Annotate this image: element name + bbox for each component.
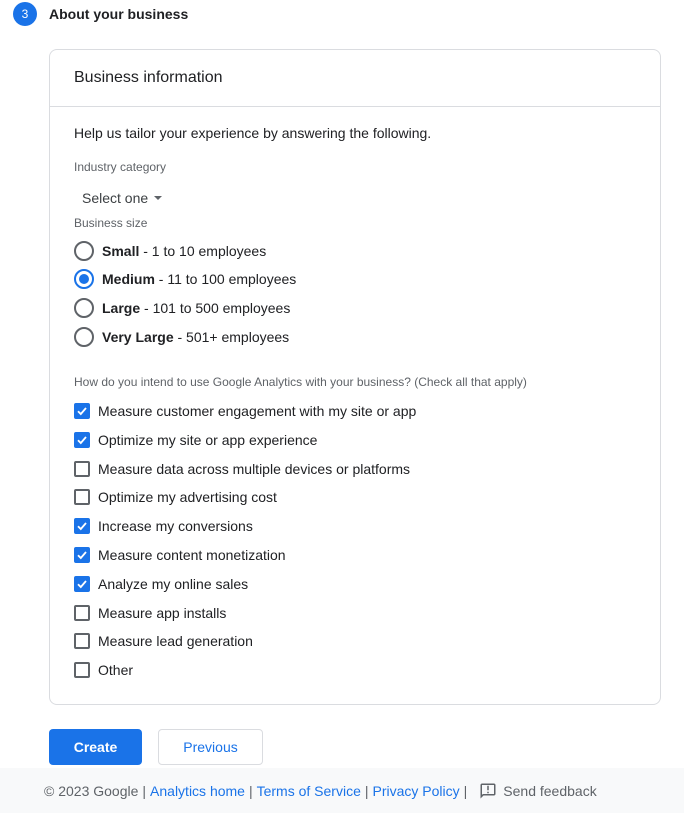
- previous-button[interactable]: Previous: [158, 729, 263, 765]
- usage-option[interactable]: Measure customer engagement with my site…: [74, 401, 416, 421]
- usage-option[interactable]: Optimize my advertising cost: [74, 487, 277, 507]
- step-title: About your business: [49, 6, 189, 22]
- separator: |: [463, 782, 468, 799]
- send-feedback-button[interactable]: Send feedback: [479, 782, 597, 800]
- business-size-option[interactable]: Small - 1 to 10 employees: [74, 240, 266, 262]
- separator: |: [364, 782, 369, 799]
- checkbox-checked-icon[interactable]: [74, 576, 90, 592]
- radio-selected-icon[interactable]: [74, 269, 94, 289]
- usage-question-label: How do you intend to use Google Analytic…: [74, 375, 527, 389]
- size-range: - 101 to 500 employees: [140, 300, 291, 316]
- usage-option-label: Other: [98, 662, 134, 678]
- feedback-icon: [480, 783, 496, 798]
- checkbox-unchecked-icon[interactable]: [74, 633, 90, 649]
- industry-category-value: Select one: [82, 190, 149, 206]
- business-size-option[interactable]: Large - 101 to 500 employees: [74, 297, 290, 319]
- usage-option-label: Optimize my site or app experience: [98, 432, 318, 448]
- usage-option-label: Measure customer engagement with my site…: [98, 403, 417, 419]
- dropdown-caret-icon: [154, 196, 163, 200]
- radio-unselected-icon[interactable]: [74, 298, 94, 318]
- industry-category-select[interactable]: Select one: [76, 188, 168, 208]
- checkbox-checked-icon[interactable]: [74, 547, 90, 563]
- size-range: - 11 to 100 employees: [154, 271, 297, 287]
- create-button[interactable]: Create: [49, 729, 142, 765]
- analytics-home-link[interactable]: Analytics home: [150, 783, 245, 799]
- usage-option-label: Measure app installs: [98, 605, 227, 621]
- business-size-option-label: Medium - 11 to 100 employees: [102, 271, 296, 287]
- checkbox-checked-icon[interactable]: [74, 518, 90, 534]
- usage-option[interactable]: Measure content monetization: [74, 545, 286, 565]
- separator: |: [248, 782, 253, 799]
- footer: © 2023 Google | Analytics home | Terms o…: [0, 768, 684, 813]
- send-feedback-label: Send feedback: [503, 782, 597, 799]
- industry-category-label: Industry category: [74, 160, 167, 174]
- usage-option-label: Increase my conversions: [98, 518, 253, 534]
- business-size-label: Business size: [74, 216, 148, 230]
- usage-option[interactable]: Optimize my site or app experience: [74, 430, 317, 450]
- size-range: - 1 to 10 employees: [139, 243, 267, 259]
- step-header: 3 About your business: [13, 2, 188, 26]
- usage-option[interactable]: Increase my conversions: [74, 516, 253, 536]
- checkbox-unchecked-icon[interactable]: [74, 461, 90, 477]
- checkbox-checked-icon[interactable]: [74, 432, 90, 448]
- intro-text: Help us tailor your experience by answer…: [74, 125, 432, 141]
- checkbox-checked-icon[interactable]: [74, 403, 90, 419]
- card-header: Business information: [50, 50, 660, 107]
- usage-option[interactable]: Analyze my online sales: [74, 574, 248, 594]
- business-information-card: Business information Help us tailor your…: [49, 49, 661, 705]
- separator: |: [142, 782, 147, 799]
- business-size-option-label: Large - 101 to 500 employees: [102, 300, 290, 316]
- business-size-option[interactable]: Medium - 11 to 100 employees: [74, 268, 296, 290]
- usage-option[interactable]: Other: [74, 660, 133, 680]
- usage-option-label: Analyze my online sales: [98, 576, 249, 592]
- usage-option-label: Measure lead generation: [98, 633, 253, 649]
- business-size-option-label: Very Large - 501+ employees: [102, 329, 289, 345]
- usage-option-label: Measure content monetization: [98, 547, 286, 563]
- size-range: - 501+ employees: [173, 329, 290, 345]
- business-size-option[interactable]: Very Large - 501+ employees: [74, 326, 289, 348]
- usage-option-label: Measure data across multiple devices or …: [98, 461, 411, 477]
- size-name: Small: [102, 243, 140, 259]
- usage-option[interactable]: Measure data across multiple devices or …: [74, 459, 410, 479]
- checkbox-unchecked-icon[interactable]: [74, 662, 90, 678]
- usage-option[interactable]: Measure lead generation: [74, 631, 253, 651]
- size-name: Medium: [102, 271, 155, 287]
- radio-unselected-icon[interactable]: [74, 327, 94, 347]
- usage-option-label: Optimize my advertising cost: [98, 489, 277, 505]
- radio-unselected-icon[interactable]: [74, 241, 94, 261]
- size-name: Very Large: [102, 329, 174, 345]
- checkbox-unchecked-icon[interactable]: [74, 489, 90, 505]
- checkbox-unchecked-icon[interactable]: [74, 605, 90, 621]
- copyright: © 2023 Google: [44, 782, 139, 799]
- step-number-badge: 3: [13, 2, 37, 26]
- business-size-option-label: Small - 1 to 10 employees: [102, 243, 266, 259]
- terms-of-service-link[interactable]: Terms of Service: [257, 783, 361, 799]
- size-name: Large: [102, 300, 141, 316]
- privacy-policy-link[interactable]: Privacy Policy: [373, 783, 460, 799]
- card-title: Business information: [74, 69, 223, 86]
- usage-option[interactable]: Measure app installs: [74, 603, 226, 623]
